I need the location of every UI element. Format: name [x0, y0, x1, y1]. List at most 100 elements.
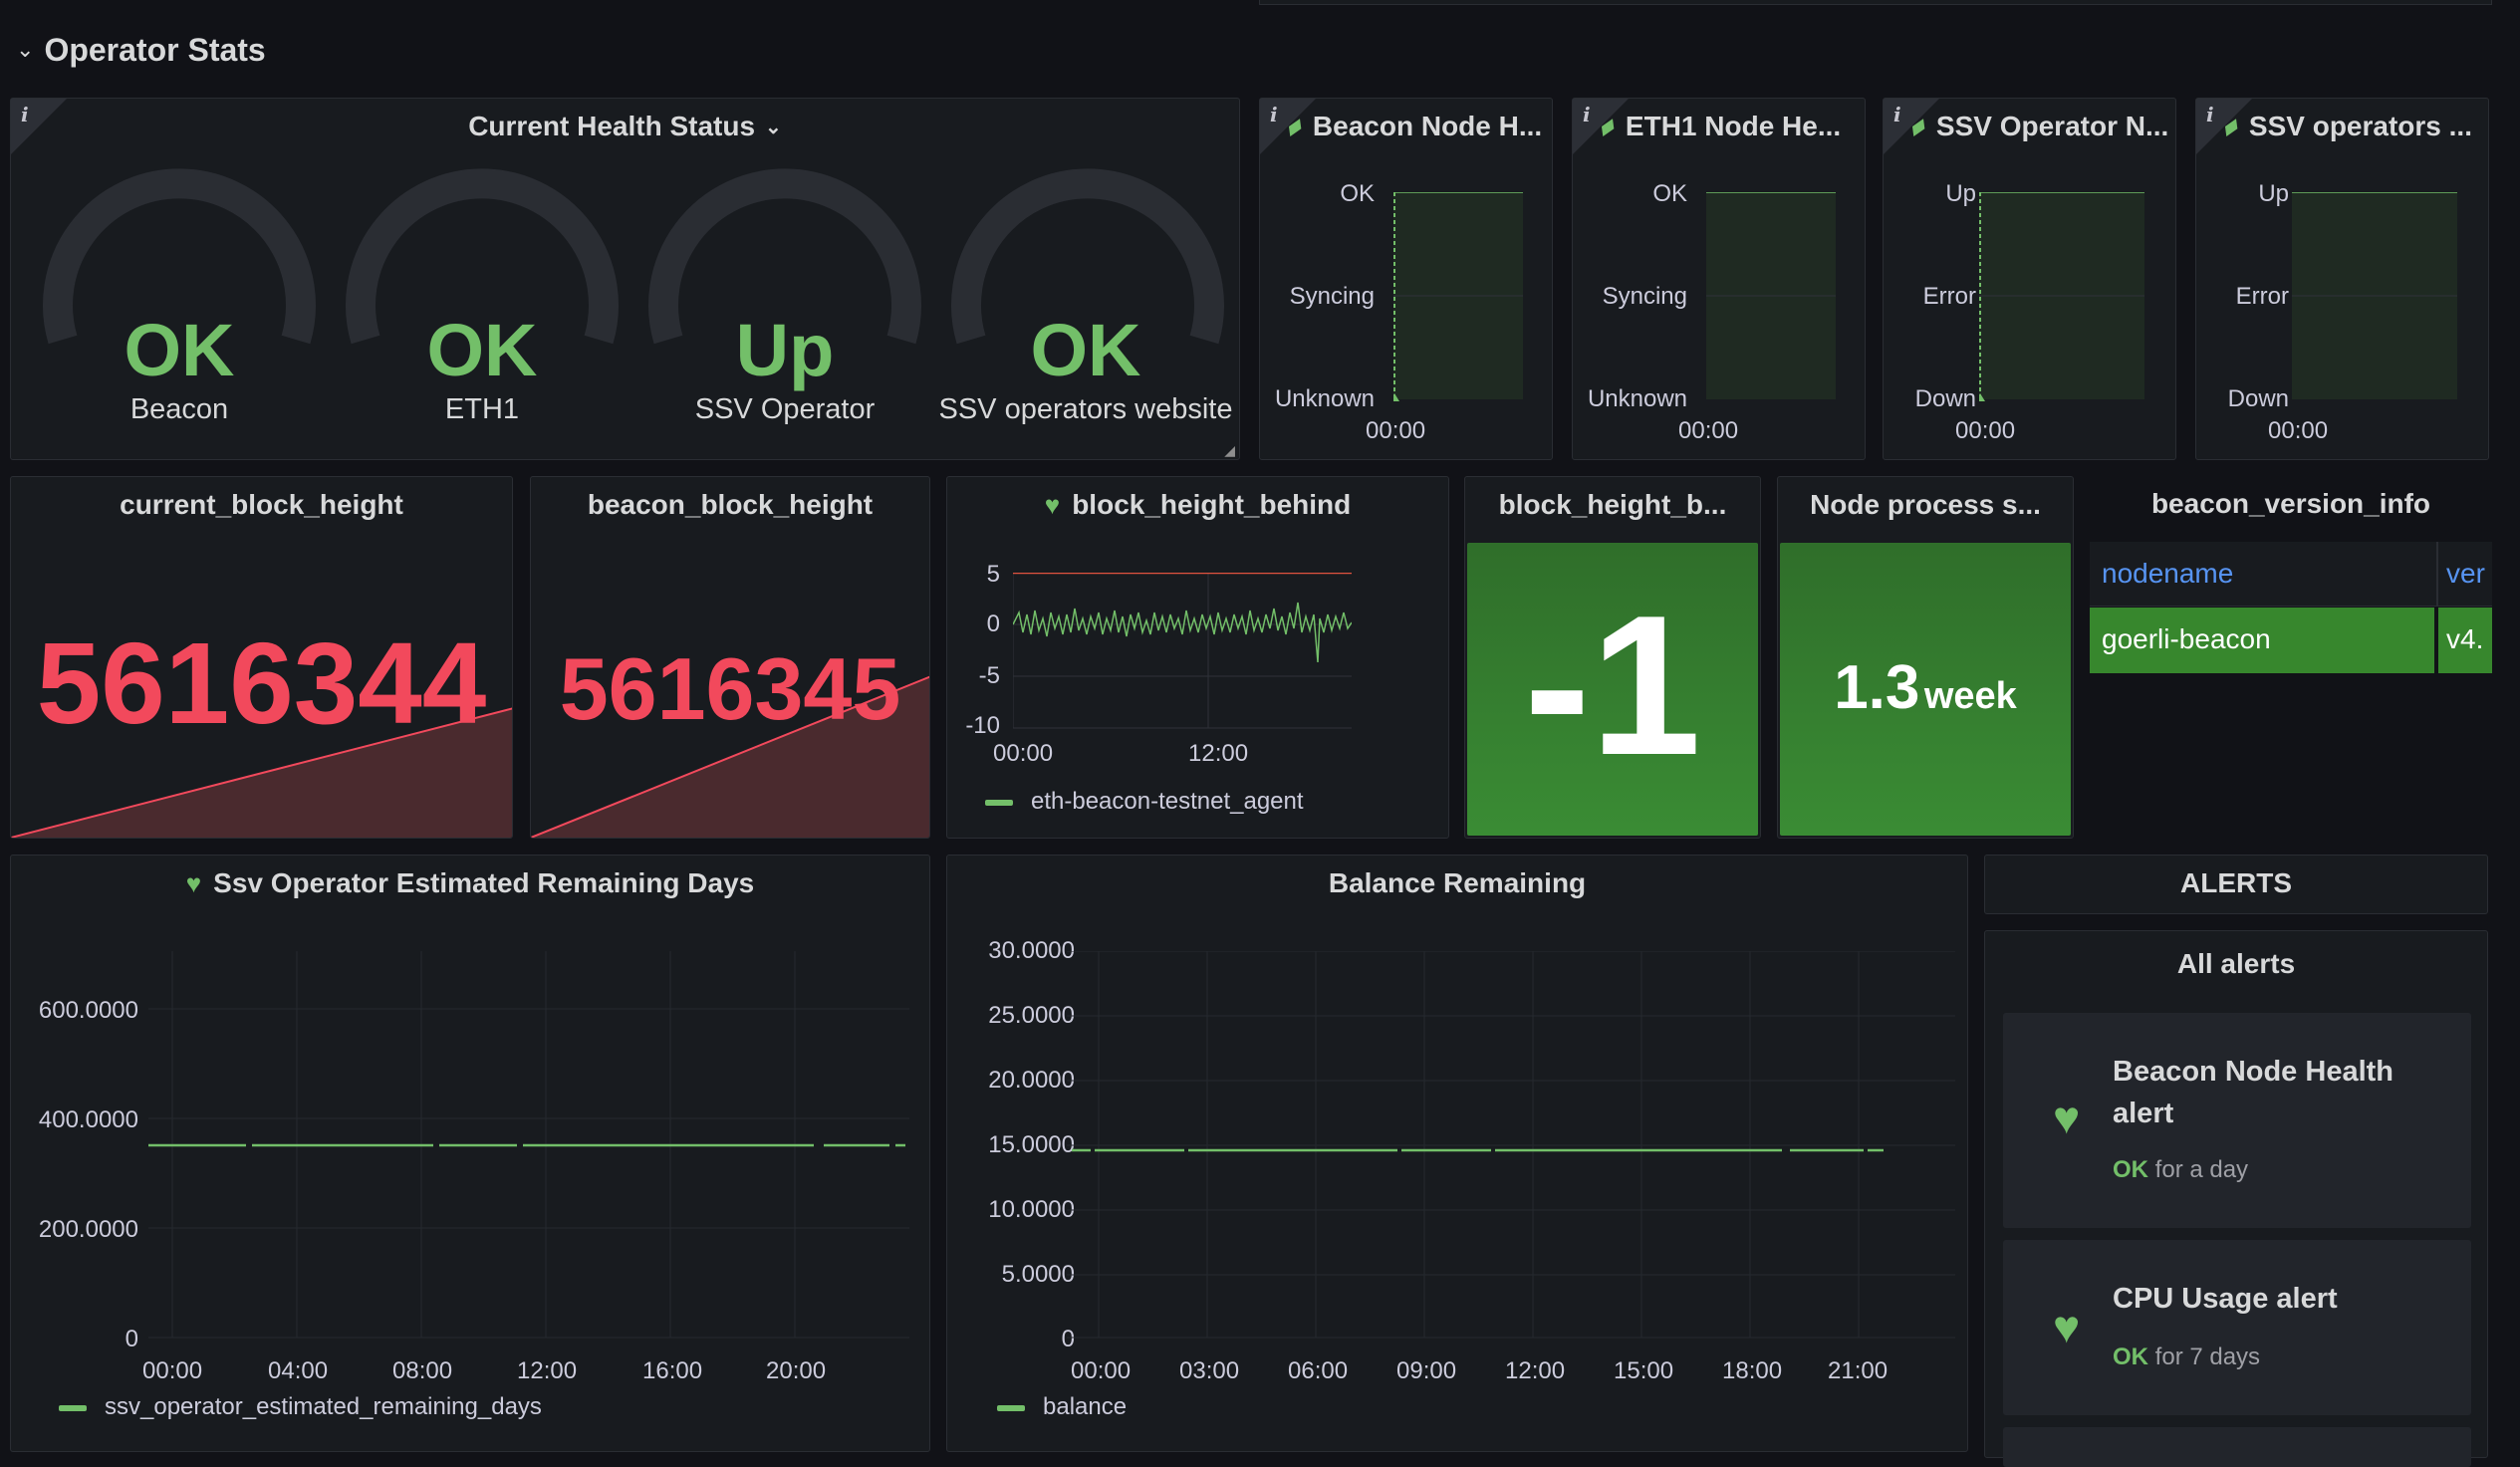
alert-state: OK for a day — [2113, 1156, 2248, 1184]
x-tick: 09:00 — [1396, 1357, 1457, 1384]
gauge-label-eth1: ETH1 — [444, 393, 520, 425]
legend[interactable]: balance — [997, 1393, 1127, 1421]
heart-icon: ♥ — [185, 867, 202, 898]
column-divider — [2436, 542, 2438, 606]
gauge-label-ssv-website: SSV operators website — [938, 393, 1233, 425]
timeline-panel-beacon[interactable]: i ▰ Beacon Node H... OK Syncing Unknown … — [1259, 98, 1553, 460]
alert-item-partial[interactable] — [2003, 1427, 2471, 1467]
level-top: Up — [1945, 180, 1976, 207]
info-icon[interactable]: i — [2206, 103, 2214, 126]
legend-swatch — [59, 1404, 87, 1411]
legend-swatch — [997, 1404, 1025, 1411]
beacon-block-height-panel[interactable]: beacon_block_height 5616345 — [530, 476, 930, 839]
panel-title: Ssv Operator Estimated Remaining Days — [213, 867, 755, 898]
health-status-panel[interactable]: i Current Health Status ⌄ OK Beacon OK E… — [10, 98, 1240, 460]
balance-remaining-panel[interactable]: Balance Remaining 30.0000 25.0000 20.000… — [946, 855, 1968, 1452]
timeline-chart — [1706, 192, 1836, 399]
legend-swatch — [985, 799, 1013, 806]
table-row[interactable]: goerli-beacon v4. — [2090, 608, 2492, 673]
alert-name[interactable]: Beacon Node Health alert — [2113, 1051, 2441, 1134]
top-panel-edge — [1259, 0, 2492, 5]
level-mid: Error — [1922, 283, 1976, 310]
gauge-label-beacon: Beacon — [129, 393, 229, 425]
legend[interactable]: ssv_operator_estimated_remaining_days — [59, 1393, 542, 1421]
gauge-value-ssv-website: OK — [1030, 309, 1141, 391]
alert-state-value: OK — [2113, 1344, 2148, 1370]
panel-title: ALERTS — [2180, 867, 2292, 898]
gauge-value-eth1: OK — [426, 309, 538, 391]
panel-title: All alerts — [2176, 948, 2296, 979]
gauge-value-beacon: OK — [124, 309, 235, 391]
x-tick: 00:00 — [1678, 417, 1739, 444]
alert-state: OK for 7 days — [2113, 1344, 2260, 1371]
row-header[interactable]: ⌄ Operator Stats — [16, 30, 266, 70]
x-tick: 00:00 — [1366, 417, 1426, 444]
info-icon[interactable]: i — [1893, 103, 1901, 126]
panel-title: Beacon Node H... — [1312, 111, 1543, 141]
block-height-behind-panel[interactable]: ♥ block_height_behind 5 0 -5 -10 00:00 1… — [946, 476, 1449, 839]
alerts-header-panel[interactable]: ALERTS — [1984, 855, 2488, 914]
block-height-b-panel[interactable]: block_height_b... -1 — [1464, 476, 1761, 839]
y-tick: 400.0000 — [38, 1106, 138, 1133]
alert-item[interactable]: ♥ CPU Usage alert OK for 7 days — [2003, 1240, 2471, 1415]
heart-icon: ♥ — [1044, 489, 1061, 520]
x-tick: 12:00 — [1505, 1357, 1566, 1384]
x-tick: 03:00 — [1179, 1357, 1240, 1384]
timeline-panel-eth1[interactable]: i ▰ ETH1 Node He... OK Syncing Unknown 0… — [1572, 98, 1866, 460]
level-top: OK — [1340, 180, 1375, 207]
node-process-panel[interactable]: Node process s... 1.3 week — [1777, 476, 2074, 839]
timeline-chart — [1393, 192, 1523, 401]
column-header-version[interactable]: ver — [2446, 558, 2485, 590]
cell-text: v4. — [2446, 623, 2484, 654]
info-icon[interactable]: i — [1583, 103, 1591, 126]
panel-title: SSV operators ... — [2248, 111, 2472, 141]
x-tick: 00:00 — [142, 1357, 203, 1384]
current-block-height-panel[interactable]: current_block_height 5616344 — [10, 476, 513, 839]
legend-label: ssv_operator_estimated_remaining_days — [105, 1393, 542, 1420]
alert-item[interactable]: ♥ Beacon Node Health alert OK for a day — [2003, 1013, 2471, 1228]
level-bottom: Unknown — [1587, 385, 1687, 412]
y-tick: 25.0000 — [988, 1002, 1075, 1029]
stat-value: -1 — [1524, 575, 1701, 797]
chevron-down-icon: ⌄ — [16, 37, 35, 62]
level-mid: Syncing — [1289, 283, 1375, 310]
info-icon[interactable]: i — [1270, 103, 1278, 126]
resize-handle-icon[interactable]: ◢ — [1224, 442, 1235, 459]
alert-duration: for 7 days — [2154, 1344, 2261, 1370]
legend[interactable]: eth-beacon-testnet_agent — [985, 788, 1304, 816]
timeline-panel-ssv-operator[interactable]: i ▰ SSV Operator N... Up Error Down 00:0… — [1883, 98, 2176, 460]
x-tick: 20:00 — [766, 1357, 827, 1384]
y-tick: 10.0000 — [988, 1196, 1075, 1223]
level-top: Up — [2258, 180, 2289, 207]
panel-title: SSV Operator N... — [1935, 111, 2169, 141]
y-tick: -5 — [978, 662, 1000, 689]
gauge-value-ssv-operator: Up — [735, 309, 835, 391]
stat-value: 1.3 — [1834, 653, 1920, 722]
all-alerts-panel[interactable]: All alerts ♥ Beacon Node Health alert OK… — [1984, 930, 2488, 1467]
x-tick: 08:00 — [392, 1357, 453, 1384]
x-tick: 15:00 — [1614, 1357, 1674, 1384]
panel-title: ETH1 Node He... — [1625, 111, 1842, 141]
series-line — [1013, 602, 1352, 663]
legend-label: balance — [1043, 1393, 1128, 1420]
timeline-panel-ssv-operators[interactable]: i ▰ SSV operators ... Up Error Down 00:0… — [2195, 98, 2489, 460]
panel-title: Balance Remaining — [1328, 867, 1587, 898]
cell-text: goerli-beacon — [2102, 623, 2271, 654]
column-header-nodename[interactable]: nodename — [2102, 558, 2233, 590]
panel-title: block_height_b... — [1498, 489, 1727, 520]
y-tick: 0 — [986, 611, 1000, 637]
x-tick: 00:00 — [993, 740, 1054, 767]
timeline-chart — [2292, 192, 2457, 399]
row-title: Operator Stats — [44, 31, 266, 68]
x-tick: 18:00 — [1722, 1357, 1783, 1384]
beacon-version-panel[interactable]: beacon_version_info nodename ver goerli-… — [2090, 476, 2492, 839]
alert-name[interactable]: CPU Usage alert — [2113, 1278, 2441, 1320]
alert-state-value: OK — [2113, 1156, 2148, 1183]
x-tick: 06:00 — [1288, 1357, 1349, 1384]
table-header-row: nodename ver — [2090, 542, 2492, 607]
ssv-remaining-days-panel[interactable]: ♥ Ssv Operator Estimated Remaining Days … — [10, 855, 930, 1452]
y-tick: 30.0000 — [988, 937, 1075, 964]
y-tick: -10 — [965, 712, 1000, 739]
x-tick: 04:00 — [268, 1357, 329, 1384]
level-top: OK — [1652, 180, 1687, 207]
